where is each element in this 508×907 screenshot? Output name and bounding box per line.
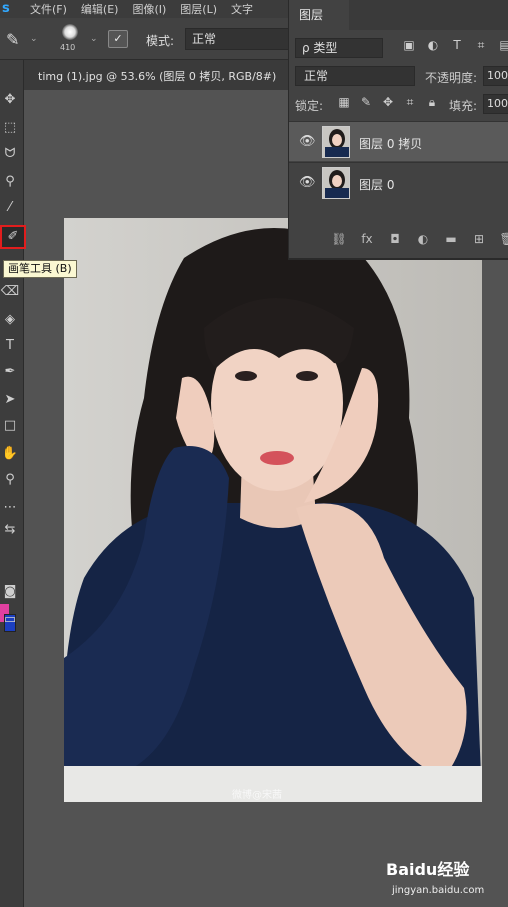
document-tab-title: timg (1).jpg @ 53.6% (图层 0 拷贝, RGB/8#) bbox=[38, 70, 277, 83]
layer-filter-icons: ▣ ◐ T ⌗ ▤ bbox=[397, 38, 508, 53]
menu-edit[interactable]: 编辑(E) bbox=[81, 1, 119, 17]
adjustment-layer-icon[interactable]: ◐ bbox=[409, 232, 437, 246]
blend-mode-select[interactable]: 正常 bbox=[295, 66, 415, 86]
menu-layer[interactable]: 图层(L) bbox=[180, 1, 217, 17]
filter-type-icon[interactable]: T bbox=[445, 38, 469, 52]
brush-tool-icon[interactable]: ✎ bbox=[6, 30, 19, 49]
layers-panel-footer: ⛓ fx ◘ ◐ ▬ ⊞ 🗑︎ bbox=[289, 228, 508, 252]
baidu-jingyan-logo: Baidu经验 bbox=[386, 860, 470, 879]
brush-tool-tooltip: 画笔工具 (B) bbox=[3, 260, 77, 278]
hand-tool-icon[interactable]: ✋ bbox=[0, 444, 20, 464]
filter-shape-icon[interactable]: ⌗ bbox=[469, 38, 493, 53]
layer-name[interactable]: 图层 0 bbox=[359, 176, 394, 193]
link-layers-icon[interactable]: ⛓ bbox=[325, 232, 353, 246]
mode-select[interactable]: 正常 bbox=[185, 28, 295, 50]
fill-label: 填充: bbox=[449, 99, 478, 113]
pen-tool-icon[interactable]: ✒ bbox=[0, 362, 20, 382]
layer-filter-select[interactable]: ρ 类型 bbox=[295, 38, 383, 58]
eye-icon[interactable]: 👁︎ bbox=[299, 134, 316, 149]
mode-label: 模式: bbox=[146, 34, 175, 48]
portrait-image bbox=[64, 218, 482, 802]
swap-colors-icon[interactable]: ⇆ bbox=[0, 520, 20, 540]
rectangle-tool-icon[interactable]: □ bbox=[0, 416, 20, 436]
zoom-tool-icon[interactable]: ⚲ bbox=[0, 470, 20, 490]
layer-thumbnail bbox=[322, 126, 350, 158]
add-mask-icon[interactable]: ◘ bbox=[381, 232, 409, 246]
lock-artboard-icon[interactable]: ⌗ bbox=[399, 95, 421, 110]
canvas-photo[interactable]: 微博@宋茜 bbox=[64, 218, 482, 802]
type-tool-icon[interactable]: T bbox=[0, 336, 20, 356]
move-tool-icon[interactable]: ✥ bbox=[0, 90, 20, 110]
lock-icons: ▦ ✎ ✥ ⌗ 🔒︎ bbox=[333, 95, 443, 110]
lock-transparency-icon[interactable]: ▦ bbox=[333, 95, 355, 109]
layer-name[interactable]: 图层 0 拷贝 bbox=[359, 135, 422, 152]
brush-tool-icon-active[interactable]: ✐ bbox=[0, 225, 26, 249]
eraser-tool-icon[interactable]: ⌫ bbox=[0, 282, 20, 302]
filter-pixel-icon[interactable]: ▣ bbox=[397, 38, 421, 52]
menu-image[interactable]: 图像(I) bbox=[132, 1, 166, 17]
quick-mask-icon[interactable]: ◙ bbox=[0, 582, 20, 602]
tools-panel: ✥ ⬚ ᗢ ⚲ ⁄ ✐ ⌫ ◈ T ✒ ➤ □ ✋ ⚲ ⋯ ⇆ ◙ ▭ bbox=[0, 60, 26, 907]
eyedropper-tool-icon[interactable]: ⁄ bbox=[0, 198, 20, 218]
baidu-jingyan-url: jingyan.baidu.com bbox=[392, 885, 485, 896]
marquee-tool-icon[interactable]: ⬚ bbox=[0, 118, 20, 138]
opacity-label: 不透明度: bbox=[425, 71, 478, 85]
more-tools-icon[interactable]: ⋯ bbox=[0, 498, 20, 518]
photo-watermark: 微博@宋茜 bbox=[232, 790, 282, 801]
layer-row-base[interactable]: 👁︎ 图层 0 bbox=[289, 162, 508, 202]
document-tab[interactable]: timg (1).jpg @ 53.6% (图层 0 拷贝, RGB/8#) bbox=[24, 60, 288, 90]
tool-preset-chevron-down-icon[interactable]: ⌄ bbox=[30, 34, 38, 44]
lock-label: 锁定: bbox=[295, 99, 324, 113]
layer-style-fx-icon[interactable]: fx bbox=[353, 232, 381, 246]
menu-type[interactable]: 文字 bbox=[231, 1, 253, 17]
brush-preset-chevron-down-icon[interactable]: ⌄ bbox=[90, 34, 98, 44]
lock-all-icon[interactable]: 🔒︎ bbox=[421, 95, 443, 110]
lasso-tool-icon[interactable]: ᗢ bbox=[0, 144, 20, 164]
brush-size-value: 410 bbox=[60, 43, 76, 52]
delete-layer-icon[interactable]: 🗑︎ bbox=[493, 232, 508, 246]
opacity-field[interactable]: 100% bbox=[483, 66, 508, 86]
layers-panel-tabbar: 图层 bbox=[289, 0, 508, 30]
layers-panel: 图层 ρ 类型 ▣◐T⌗▤ 正常 不透明度: 100% 锁定: ▦✎✥⌗🔒︎ 填… bbox=[288, 0, 508, 260]
quick-selection-tool-icon[interactable]: ⚲ bbox=[0, 172, 20, 192]
layer-thumbnail bbox=[322, 167, 350, 199]
filter-smart-object-icon[interactable]: ▤ bbox=[493, 38, 508, 52]
fill-field[interactable]: 100% bbox=[483, 94, 508, 114]
tab-layers[interactable]: 图层 bbox=[289, 0, 349, 30]
filter-adjustment-icon[interactable]: ◐ bbox=[421, 38, 445, 52]
brush-settings-panel-button[interactable]: ✓ bbox=[108, 30, 128, 48]
lock-position-icon[interactable]: ✥ bbox=[377, 95, 399, 109]
layer-row-copy[interactable]: 👁︎ 图层 0 拷贝 bbox=[289, 121, 508, 161]
eye-icon[interactable]: 👁︎ bbox=[299, 175, 316, 190]
path-selection-tool-icon[interactable]: ➤ bbox=[0, 390, 20, 410]
lock-pixels-icon[interactable]: ✎ bbox=[355, 95, 377, 109]
menu-file[interactable]: 文件(F) bbox=[30, 1, 67, 17]
brush-preview[interactable] bbox=[62, 24, 78, 40]
photoshop-logo: s bbox=[2, 1, 10, 16]
new-group-icon[interactable]: ▬ bbox=[437, 232, 465, 246]
paint-bucket-tool-icon[interactable]: ◈ bbox=[0, 310, 20, 330]
screen-mode-icon[interactable]: ▭ bbox=[0, 610, 20, 630]
new-layer-icon[interactable]: ⊞ bbox=[465, 232, 493, 246]
